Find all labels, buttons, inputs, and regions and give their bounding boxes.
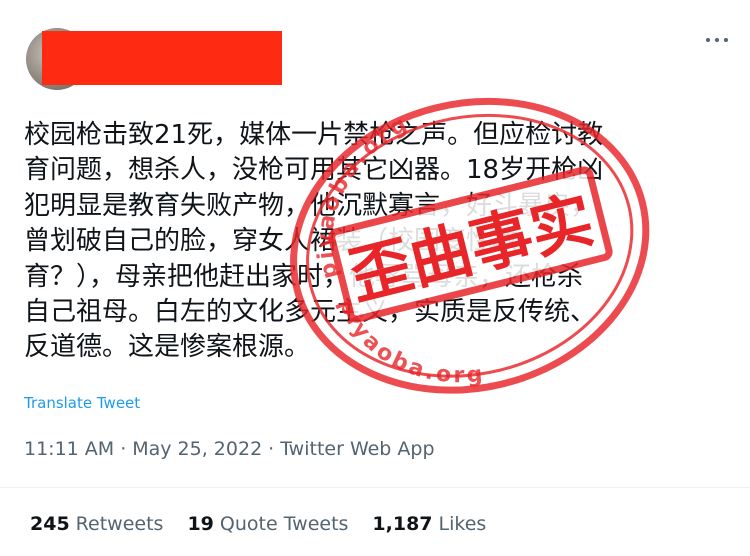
likes-stat[interactable]: 1,187 Likes [372,513,486,535]
retweets-label: Retweets [75,513,164,535]
meta-separator: · [120,438,127,460]
tweet-text-line: 育？），母亲把他赶出家时，他辱骂母亲，还枪杀 [24,261,584,292]
tweet-date[interactable]: May 25, 2022 [132,438,262,460]
tweet-text-line: 自己祖母。白左的文化多元主义，实质是反传统、 [24,297,597,328]
translate-tweet-link[interactable]: Translate Tweet [24,394,140,412]
likes-label: Likes [438,513,487,535]
meta-separator: · [268,438,275,460]
author-name-redaction [42,31,282,85]
likes-count: 1,187 [372,513,433,535]
tweet-text-line: 犯明显是教育失败产物，他沉默寡言，好斗暴戾， [24,190,597,221]
tweet-text-line: 育问题，想杀人，没枪可用其它凶器。18岁开枪凶 [24,155,604,186]
tweet-text: 校园枪击致21死，媒体一片禁枪之声。但应检讨教 育问题，想杀人，没枪可用其它凶器… [24,118,724,366]
quote-tweets-label: Quote Tweets [219,513,349,535]
tweet-time[interactable]: 11:11 AM [24,438,114,460]
tweet-text-line: 曾划破自己的脸，穿女人裙装（校园变性教 [24,226,519,257]
more-horizontal-icon[interactable] [706,36,728,44]
retweets-stat[interactable]: 245 Retweets [30,513,163,535]
quote-tweets-count: 19 [187,513,214,535]
tweet-text-line: 校园枪击致21死，媒体一片禁枪之声。但应检讨教 [24,120,604,150]
tweet-stats: 245 Retweets 19 Quote Tweets 1,187 Likes [30,513,486,535]
tweet-meta: 11:11 AM · May 25, 2022 · Twitter Web App [24,438,435,460]
quote-tweets-stat[interactable]: 19 Quote Tweets [187,513,348,535]
tweet-text-line: 反道德。这是惨案根源。 [24,332,311,363]
divider [0,487,750,488]
retweets-count: 245 [30,513,70,535]
tweet-source[interactable]: Twitter Web App [280,438,434,460]
